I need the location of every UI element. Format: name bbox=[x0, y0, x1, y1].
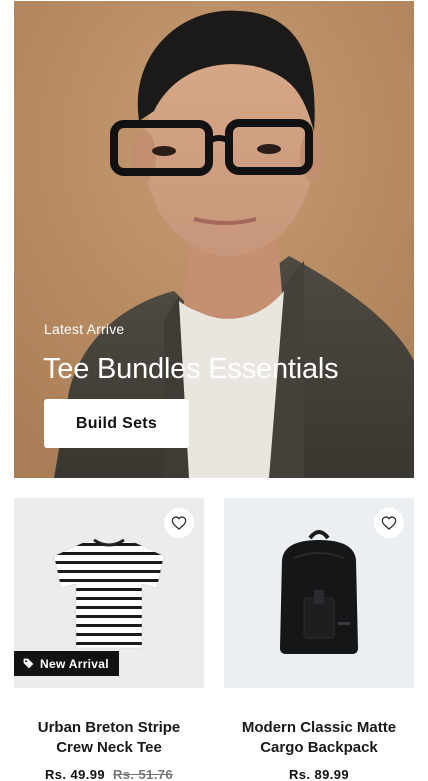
heart-icon bbox=[171, 516, 187, 530]
hero-eyebrow: Latest Arrive bbox=[44, 321, 125, 337]
product-card[interactable]: Modern Classic Matte Cargo Backpack Rs. … bbox=[224, 498, 414, 781]
hero-title: Tee Bundles Essentials bbox=[43, 353, 339, 385]
product-image[interactable]: New Arrival bbox=[14, 498, 204, 688]
hero-banner: Latest Arrive Tee Bundles Essentials Bui… bbox=[14, 1, 414, 478]
product-price: Rs. 49.99 bbox=[45, 767, 105, 781]
price-row: Rs. 49.99 Rs. 51.76 bbox=[14, 767, 204, 781]
wishlist-button[interactable] bbox=[164, 508, 194, 538]
compare-at-price: Rs. 51.76 bbox=[113, 767, 173, 781]
product-title[interactable]: Urban Breton Stripe Crew Neck Tee bbox=[14, 718, 204, 758]
badge-label: New Arrival bbox=[40, 656, 109, 671]
build-sets-button[interactable]: Build Sets bbox=[44, 399, 189, 448]
product-image[interactable] bbox=[224, 498, 414, 688]
wishlist-button[interactable] bbox=[374, 508, 404, 538]
new-arrival-badge: New Arrival bbox=[14, 651, 119, 676]
tag-icon bbox=[23, 658, 34, 669]
product-title[interactable]: Modern Classic Matte Cargo Backpack bbox=[224, 718, 414, 758]
heart-icon bbox=[381, 516, 397, 530]
product-card[interactable]: New Arrival Urban Breton Stripe Crew Nec… bbox=[14, 498, 204, 781]
product-price: Rs. 89.99 bbox=[289, 767, 349, 781]
price-row: Rs. 89.99 bbox=[224, 767, 414, 781]
